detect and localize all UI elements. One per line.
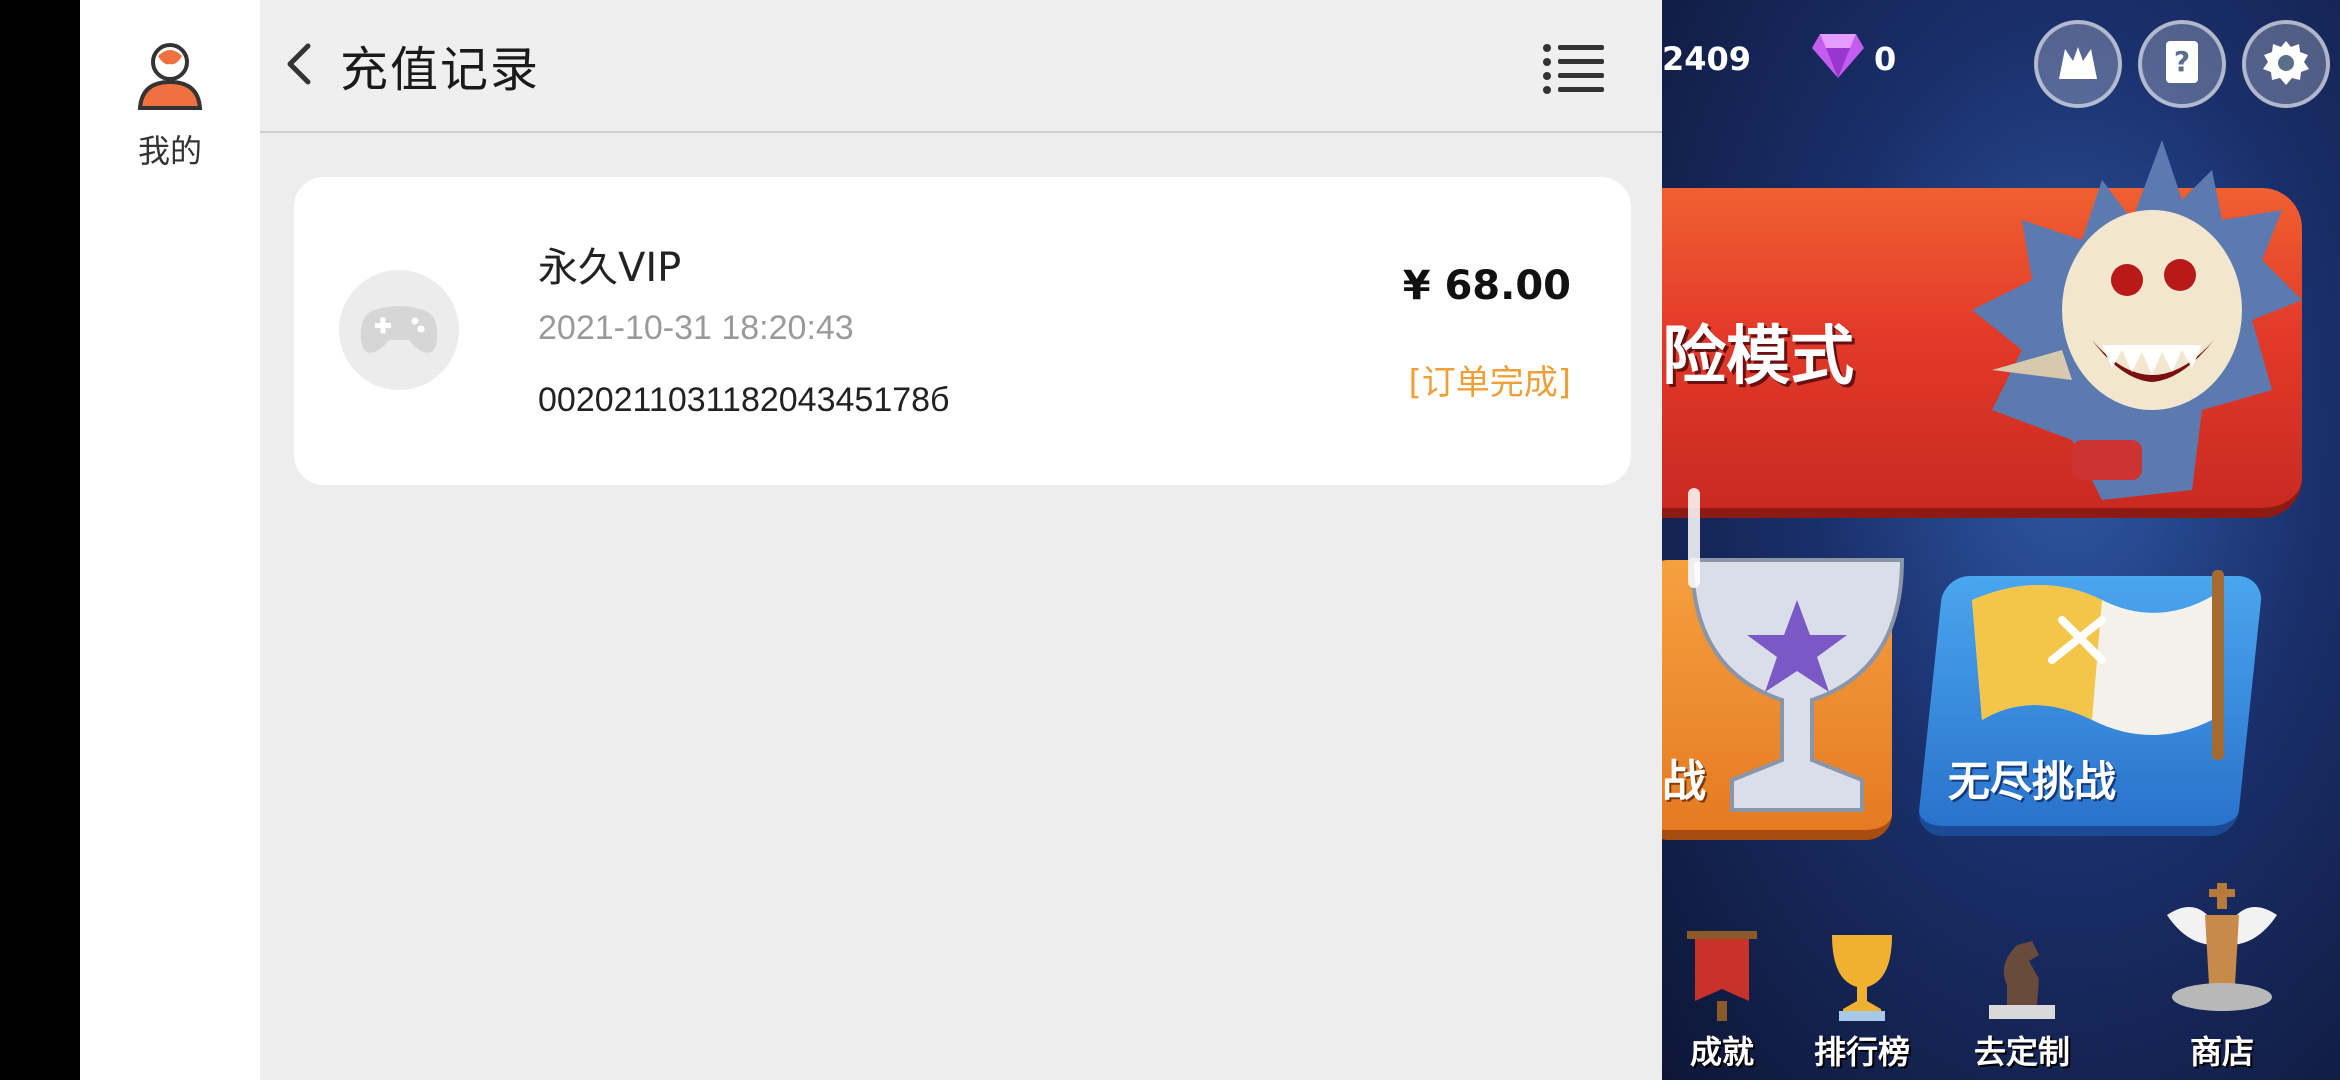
sidebar-item-label: 我的: [137, 132, 202, 170]
sidebar-item-me[interactable]: 我的: [80, 36, 260, 186]
recharge-record-card[interactable]: 永久VIP 2021-10-31 18:20:43 00202110311820…: [294, 177, 1631, 485]
character-icon: [2059, 47, 2097, 79]
help-card-icon: ?: [2166, 41, 2198, 83]
record-status-badge: [订单完成]: [1408, 363, 1571, 403]
header: 充值记录: [260, 0, 1662, 133]
nav-label: 商店: [2189, 1033, 2254, 1071]
nav-achievements[interactable]: 成就: [1662, 925, 1782, 1075]
flag-icon: [1972, 570, 2224, 760]
nav-customize[interactable]: 去定制: [1962, 925, 2082, 1075]
nav-label: 去定制: [1973, 1033, 2070, 1071]
nav-shop[interactable]: 商店: [2152, 875, 2292, 1075]
winged-king-icon: [2167, 883, 2277, 1011]
record-time: 2021-10-31 18:20:43: [538, 309, 854, 347]
gear-icon: [2263, 41, 2309, 85]
page-title: 充值记录: [340, 42, 541, 98]
game-background: 2409 0 ? 险模式 战 无尽挑战 成就 排行榜 去定制 商店: [1662, 0, 2340, 1080]
nav-leaderboard[interactable]: 排行榜: [1802, 925, 1922, 1075]
gem-counter: 0: [1874, 40, 1897, 78]
adventure-mode-label: 险模式: [1662, 320, 1854, 394]
help-button[interactable]: ?: [2138, 20, 2226, 108]
trophy-icon: [1689, 558, 1905, 812]
chess-knight-icon: [1989, 941, 2055, 1019]
nav-label: 成就: [1689, 1033, 1754, 1071]
scroll-handle[interactable]: [1688, 488, 1700, 588]
record-order-number: 002021103118204345178б: [538, 381, 950, 419]
banner-icon: [1687, 931, 1757, 1021]
sidebar: 我的: [80, 0, 260, 1080]
svg-text:?: ?: [2174, 45, 2190, 78]
gold-trophy-icon: [1832, 935, 1892, 1021]
score-counter: 2409: [1662, 40, 1752, 78]
list-menu-icon[interactable]: [1542, 42, 1606, 96]
screen-edge: [0, 0, 80, 1080]
back-button[interactable]: [280, 38, 320, 90]
user-avatar-icon: [137, 43, 203, 110]
record-amount: ¥ 68.00: [1402, 263, 1571, 309]
monster-illustration: [1972, 140, 2302, 500]
record-item-name: 永久VIP: [538, 245, 682, 291]
recharge-record-panel: 充值记录 永久VIP 2021-10-31 18:20:43 002021103…: [260, 0, 1662, 1080]
character-button[interactable]: [2034, 20, 2122, 108]
challenge-label: 战: [1662, 756, 1706, 807]
diamond-icon: [1812, 34, 1864, 78]
nav-label: 排行榜: [1813, 1033, 1910, 1071]
gamepad-icon: [339, 270, 459, 390]
endless-challenge-label: 无尽挑战: [1948, 757, 2117, 806]
settings-button[interactable]: [2242, 20, 2330, 108]
